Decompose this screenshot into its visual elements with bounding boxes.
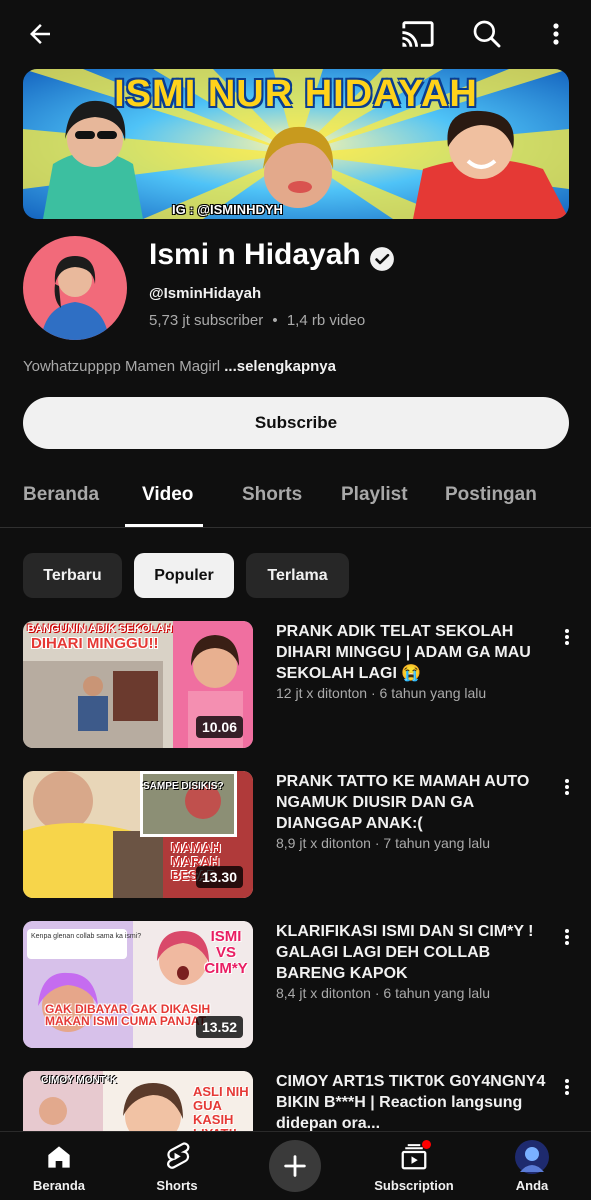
more-vert-icon <box>553 23 559 45</box>
chip-populer[interactable]: Populer <box>134 553 234 598</box>
cast-icon <box>402 21 434 47</box>
video-age: 7 tahun yang lalu <box>383 835 491 851</box>
description-text: Yowhatzupppp Mamen Magirl <box>23 358 225 375</box>
nav-label: Shorts <box>156 1178 198 1193</box>
more-options-button[interactable] <box>536 14 576 54</box>
banner-ig-text: IG : @ISMINHDYH <box>172 202 283 217</box>
video-duration: 13.52 <box>195 1016 243 1038</box>
top-app-bar <box>0 0 591 68</box>
video-item[interactable]: Kenpa glenan collab sama ka ismi? ISMI V… <box>0 921 591 1049</box>
video-title[interactable]: CIMOY ART1S TIKT0K G0Y4NGNY4 BIKIN B***H… <box>276 1071 552 1131</box>
nav-label: Subscription <box>374 1178 454 1193</box>
search-icon <box>473 20 501 48</box>
tab-beranda[interactable]: Beranda <box>23 484 99 506</box>
channel-avatar[interactable] <box>23 236 127 340</box>
video-meta: 8,9 jt x ditonton · 7 tahun yang lalu <box>276 835 491 851</box>
video-more-button[interactable] <box>557 625 577 649</box>
video-title[interactable]: KLARIFIKASI ISMI DAN SI CIM*Y ! GALAGI L… <box>276 921 552 984</box>
verified-badge-icon <box>370 247 394 271</box>
video-views: 8,4 jt x ditonton <box>276 985 371 1001</box>
video-meta: 8,4 jt x ditonton · 6 tahun yang lalu <box>276 985 491 1001</box>
thumbnail-caption: ISMI VS CIM*Y <box>204 928 248 977</box>
video-item[interactable]: BANGUNIN ADIK SEKOLAH DIHARI MINGGU!! 10… <box>0 621 591 749</box>
plus-icon <box>284 1155 306 1177</box>
channel-name: Ismi n Hidayah <box>149 238 361 271</box>
thumbnail-chat-text: Kenpa glenan collab sama ka ismi? <box>31 933 142 940</box>
chip-terbaru[interactable]: Terbaru <box>23 553 122 598</box>
subscriber-count: 5,73 jt subscriber <box>149 312 264 329</box>
more-vert-icon <box>565 1079 569 1095</box>
thumbnail-caption: SAMPE DISIKIS? <box>143 781 224 792</box>
thumbnail-caption: BANGUNIN ADIK SEKOLAH <box>27 623 173 635</box>
channel-handle: @IsminHidayah <box>149 285 262 302</box>
more-vert-icon <box>565 929 569 945</box>
channel-description[interactable]: Yowhatzupppp Mamen Magirl ...selengkapny… <box>23 358 336 375</box>
avatar-image <box>23 236 127 340</box>
thumbnail-caption-2: GAK DIBAYAR GAK DIKASIH MAKAN ISMI CUMA … <box>45 1002 211 1028</box>
channel-tabs: Beranda Video Shorts Playlist Postingan <box>0 466 591 528</box>
video-age: 6 tahun yang lalu <box>379 685 487 701</box>
nav-subscription[interactable]: Subscription <box>359 1132 469 1200</box>
video-thumbnail[interactable]: BANGUNIN ADIK SEKOLAH DIHARI MINGGU!! 10… <box>23 621 253 748</box>
tab-shorts[interactable]: Shorts <box>242 484 302 506</box>
video-thumbnail[interactable]: CIMOY MONT*K ASLI NIH GUA KASIH LIYAT!! <box>23 1071 253 1131</box>
cast-button[interactable] <box>398 14 438 54</box>
nav-anda[interactable]: Anda <box>477 1132 587 1200</box>
video-more-button[interactable] <box>557 1075 577 1099</box>
video-count: 1,4 rb video <box>286 312 366 329</box>
video-thumbnail[interactable]: Kenpa glenan collab sama ka ismi? ISMI V… <box>23 921 253 1048</box>
active-tab-indicator <box>125 524 203 527</box>
bottom-navigation: Beranda Shorts Subscription Anda <box>0 1131 591 1200</box>
video-more-button[interactable] <box>557 775 577 799</box>
nav-label: Beranda <box>32 1178 86 1193</box>
video-meta: 12 jt x ditonton · 6 tahun yang lalu <box>276 685 487 701</box>
tab-postingan[interactable]: Postingan <box>445 484 537 506</box>
video-views: 8,9 jt x ditonton <box>276 835 371 851</box>
channel-stats: 5,73 jt subscriber • 1,4 rb video <box>149 312 365 329</box>
shorts-icon <box>160 1140 194 1174</box>
video-thumbnail[interactable]: SAMPE DISIKIS? MAMAH MARAH BESAR 13.30 <box>23 771 253 898</box>
search-button[interactable] <box>467 14 507 54</box>
arrow-left-icon <box>30 24 50 44</box>
video-age: 6 tahun yang lalu <box>383 985 491 1001</box>
nav-label: Anda <box>515 1178 549 1193</box>
tab-playlist[interactable]: Playlist <box>341 484 408 506</box>
create-button[interactable] <box>269 1140 321 1192</box>
video-item[interactable]: SAMPE DISIKIS? MAMAH MARAH BESAR 13.30 P… <box>0 771 591 899</box>
profile-avatar <box>515 1140 549 1174</box>
video-title[interactable]: PRANK ADIK TELAT SEKOLAH DIHARI MINGGU |… <box>276 621 552 684</box>
nav-shorts[interactable]: Shorts <box>122 1132 232 1200</box>
video-duration: 13.30 <box>195 866 243 888</box>
back-button[interactable] <box>20 14 60 54</box>
subscriptions-icon <box>397 1140 431 1174</box>
nav-beranda[interactable]: Beranda <box>4 1132 114 1200</box>
stats-separator: • <box>272 312 278 329</box>
thumbnail-caption: CIMOY MONT*K <box>41 1075 117 1086</box>
video-more-button[interactable] <box>557 925 577 949</box>
channel-banner: ISMI NUR HIDAYAH <box>23 69 569 219</box>
tab-video[interactable]: Video <box>142 484 193 506</box>
video-item[interactable]: CIMOY MONT*K ASLI NIH GUA KASIH LIYAT!! … <box>0 1071 591 1131</box>
banner-title: ISMI NUR HIDAYAH <box>114 73 478 115</box>
subscribe-button[interactable]: Subscribe <box>23 397 569 449</box>
video-duration: 10.06 <box>195 716 243 738</box>
thumbnail-caption-2: ASLI NIH GUA KASIH LIYAT!! <box>193 1084 249 1132</box>
thumbnail-caption-2: DIHARI MINGGU!! <box>31 635 159 652</box>
video-views: 12 jt x ditonton <box>276 685 368 701</box>
chip-terlama[interactable]: Terlama <box>246 553 349 598</box>
more-vert-icon <box>565 629 569 645</box>
video-title[interactable]: PRANK TATTO KE MAMAH AUTO NGAMUK DIUSIR … <box>276 771 552 834</box>
more-vert-icon <box>565 779 569 795</box>
notification-dot <box>422 1140 431 1149</box>
home-icon <box>42 1140 76 1174</box>
more-link[interactable]: ...selengkapnya <box>224 358 336 375</box>
